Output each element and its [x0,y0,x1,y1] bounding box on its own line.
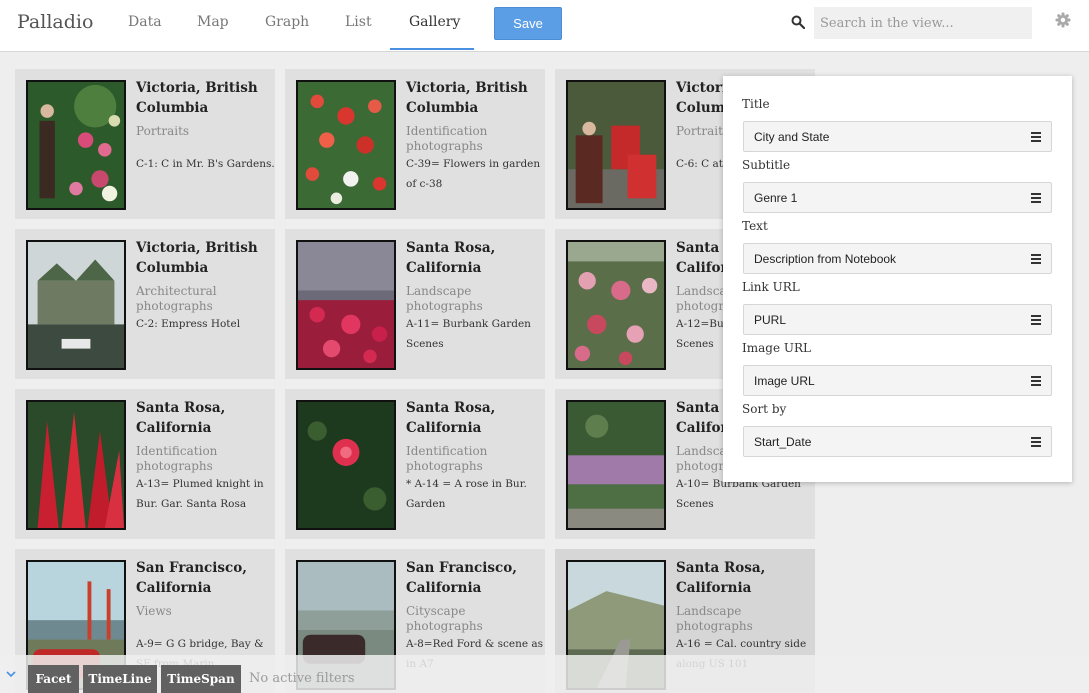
image-url-field-label: Image URL [742,341,811,355]
card-thumbnail[interactable] [566,240,666,370]
field-value: Genre 1 [754,191,798,205]
card-text: A-13= Plumed knight in Bur. Gar. Santa R… [136,478,264,510]
gallery-card[interactable]: Victoria, British Columbia Identificatio… [285,69,545,219]
card-thumbnail[interactable] [296,80,396,210]
save-button[interactable]: Save [494,7,562,40]
search-icon[interactable] [791,15,805,29]
card-subtitle: Views [136,604,172,618]
gallery-card[interactable]: Santa Rosa, California Identification ph… [15,389,275,539]
field-value: PURL [754,313,787,327]
card-subtitle: Cityscape photographs [406,604,483,633]
card-text: * A-14 = A rose in Bur. Garden [406,478,527,510]
card-thumbnail[interactable] [566,400,666,530]
nav-graph[interactable]: Graph [265,14,309,30]
card-text: C-2: Empress Hotel [136,318,241,330]
card-thumbnail[interactable] [566,80,666,210]
active-tab-indicator [390,48,474,50]
card-text: C-1: C in Mr. B's Gardens. [136,158,275,170]
gallery-card[interactable]: Santa Rosa, California Landscape photogr… [285,229,545,379]
filter-footer: Facet TimeLine TimeSpan No active filter… [0,655,1089,693]
link-url-field-selector[interactable]: PURL [743,304,1052,335]
card-title: Victoria, British Columbia [136,240,258,276]
drag-handle-icon[interactable] [1031,193,1041,203]
text-field-selector[interactable]: Description from Notebook [743,243,1052,274]
title-field-label: Title [742,97,770,111]
gear-icon[interactable] [1055,12,1071,28]
drag-handle-icon[interactable] [1031,132,1041,142]
timespan-button[interactable]: TimeSpan [161,665,241,693]
subtitle-field-label: Subtitle [742,158,791,172]
card-text: C-39= Flowers in garden of c-38 [406,158,541,190]
app-brand[interactable]: Palladio [17,11,93,33]
subtitle-field-selector[interactable]: Genre 1 [743,182,1052,213]
card-subtitle: Portraits [136,124,190,138]
card-title: Santa Rosa, California [406,240,496,276]
field-value: City and State [754,130,830,144]
nav-gallery[interactable]: Gallery [409,14,460,30]
card-subtitle: Identification photographs [406,124,488,153]
gallery-card[interactable]: Victoria, British Columbia Architectural… [15,229,275,379]
field-value: Start_Date [754,435,812,449]
title-field-selector[interactable]: City and State [743,121,1052,152]
nav-data[interactable]: Data [128,14,162,30]
chevron-down-icon[interactable] [6,669,16,679]
drag-handle-icon[interactable] [1031,315,1041,325]
link-url-field-label: Link URL [742,280,800,294]
card-thumbnail[interactable] [26,240,126,370]
nav-map[interactable]: Map [197,14,229,30]
card-title: Santa Rosa, California [676,560,766,596]
card-subtitle: Identification photographs [136,444,218,473]
card-title: Santa Rosa, California [406,400,496,436]
top-navbar: Palladio Data Map Graph List Gallery Sav… [0,0,1089,52]
drag-handle-icon[interactable] [1031,376,1041,386]
card-subtitle: Landscape photographs [676,604,753,633]
card-subtitle: Landscape photographs [406,284,483,313]
card-title: San Francisco, California [136,560,247,596]
card-thumbnail[interactable] [26,80,126,210]
filters-status: No active filters [249,671,355,686]
card-subtitle: Identification photographs [406,444,488,473]
timeline-button[interactable]: TimeLine [83,665,157,693]
card-thumbnail[interactable] [296,240,396,370]
card-title: Victoria, British Columbia [136,80,258,116]
card-thumbnail[interactable] [26,400,126,530]
sort-by-field-selector[interactable]: Start_Date [743,426,1052,457]
field-value: Description from Notebook [754,252,897,266]
gallery-card[interactable]: Santa Rosa, California Identification ph… [285,389,545,539]
search-input[interactable] [814,7,1032,39]
drag-handle-icon[interactable] [1031,254,1041,264]
drag-handle-icon[interactable] [1031,437,1041,447]
card-title: San Francisco, California [406,560,517,596]
field-value: Image URL [754,374,815,388]
card-thumbnail[interactable] [296,400,396,530]
card-subtitle: Architectural photographs [136,284,217,313]
image-url-field-selector[interactable]: Image URL [743,365,1052,396]
card-title: Victoria, British Columbia [406,80,528,116]
facet-button[interactable]: Facet [28,665,79,693]
text-field-label: Text [742,219,768,233]
gallery-settings-panel: Title City and State Subtitle Genre 1 Te… [723,76,1072,482]
card-text: A-11= Burbank Garden Scenes [406,318,531,350]
sort-by-field-label: Sort by [742,402,787,416]
nav-list[interactable]: List [345,14,372,30]
gallery-card[interactable]: Victoria, British Columbia Portraits C-1… [15,69,275,219]
card-title: Santa Rosa, California [136,400,226,436]
